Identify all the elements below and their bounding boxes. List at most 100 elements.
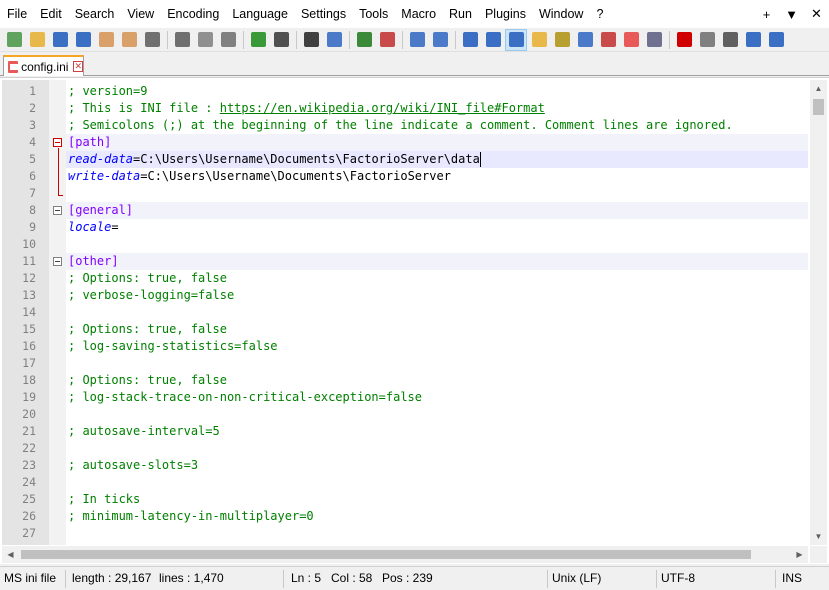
udl-button[interactable]: [528, 29, 550, 51]
undo-button[interactable]: [247, 29, 269, 51]
comment-text: ; autosave-slots=3: [68, 458, 199, 472]
menu-run[interactable]: Run: [442, 0, 478, 28]
line-number: 21: [22, 424, 36, 438]
code-line[interactable]: ; This is INI file : https://en.wikipedi…: [68, 100, 545, 117]
status-eol[interactable]: Unix (LF): [548, 567, 601, 590]
section-highlight: [66, 253, 808, 270]
zoom-in-button[interactable]: [353, 29, 375, 51]
menu-edit[interactable]: Edit: [33, 0, 68, 28]
menu-window[interactable]: Window: [532, 0, 589, 28]
redo-button[interactable]: [270, 29, 292, 51]
menu-tools[interactable]: Tools: [352, 0, 394, 28]
code-line[interactable]: ; Semicolons (;) at the beginning of the…: [68, 117, 733, 134]
close-button[interactable]: [95, 29, 117, 51]
fold-toggle-icon[interactable]: [53, 206, 62, 215]
line-number: 23: [22, 458, 36, 472]
fold-margin[interactable]: [49, 80, 66, 545]
fold-toggle-icon[interactable]: [53, 257, 62, 266]
code-line[interactable]: ; log-stack-trace-on-non-critical-except…: [68, 389, 422, 406]
cut-button[interactable]: [171, 29, 193, 51]
undo-icon: [250, 32, 266, 47]
doc-list-button[interactable]: [574, 29, 596, 51]
menu-search[interactable]: Search: [68, 0, 121, 28]
doc-map-button[interactable]: [551, 29, 573, 51]
line-number-gutter: 1 2 3 4 5 6 7 8 9 10 11 12 13 14 15 16 17 18 19 20 21 22 23 24 2…: [2, 80, 49, 545]
editor[interactable]: 1 2 3 4 5 6 7 8 9 10 11 12 13 14 15 16 17 18 19 20 21 22 23 24 2…: [0, 77, 829, 564]
code-line[interactable]: ; minimum-latency-in-multiplayer=0: [68, 508, 314, 525]
menu-file[interactable]: File: [0, 0, 33, 28]
code-line[interactable]: ; verbose-logging=false: [68, 287, 234, 304]
tab-list-icon[interactable]: ▼: [779, 7, 804, 22]
code-line[interactable]: [other]: [68, 253, 119, 270]
show-all-chars-button[interactable]: [482, 29, 504, 51]
code-line[interactable]: ; Options: true, false: [68, 270, 227, 287]
run-macro-multiple-button[interactable]: [742, 29, 764, 51]
zoom-out-button[interactable]: [376, 29, 398, 51]
open-file-button[interactable]: [26, 29, 48, 51]
scroll-down-icon[interactable]: ▼: [810, 528, 827, 545]
menu-encoding[interactable]: Encoding: [160, 0, 225, 28]
tab-config-ini[interactable]: config.ini ✕: [3, 55, 84, 76]
save-button[interactable]: [49, 29, 71, 51]
menu-help[interactable]: ?: [589, 0, 609, 28]
save-all-button[interactable]: [72, 29, 94, 51]
sync-horizontal-icon: [432, 32, 448, 47]
indent-guide-button[interactable]: [505, 28, 527, 51]
status-insert-mode[interactable]: INS: [778, 567, 802, 590]
record-macro-button[interactable]: [673, 29, 695, 51]
monitoring-icon: [646, 32, 662, 47]
monitoring-button[interactable]: [643, 29, 665, 51]
horizontal-scrollbar[interactable]: ◀ ▶: [2, 546, 808, 563]
stop-record-button[interactable]: [696, 29, 718, 51]
code-line[interactable]: ; version=9: [68, 83, 147, 100]
horizontal-scroll-thumb[interactable]: [21, 550, 751, 559]
fold-toggle-icon[interactable]: [53, 138, 62, 147]
code-line[interactable]: [path]: [68, 134, 111, 151]
code-line[interactable]: ; In ticks: [68, 491, 140, 508]
code-line[interactable]: ; Options: true, false: [68, 372, 227, 389]
close-tab-icon[interactable]: ✕: [73, 61, 83, 72]
status-lines: lines : 1,470: [159, 571, 224, 585]
menu-macro[interactable]: Macro: [394, 0, 442, 28]
line-number: 1: [29, 84, 36, 98]
code-line[interactable]: read-data=C:\Users\Username\Documents\Fa…: [68, 151, 480, 168]
word-wrap-button[interactable]: [459, 29, 481, 51]
code-line[interactable]: ; Options: true, false: [68, 321, 227, 338]
menu-language[interactable]: Language: [225, 0, 294, 28]
scroll-left-icon[interactable]: ◀: [2, 546, 19, 563]
sync-horizontal-button[interactable]: [429, 29, 451, 51]
close-document-icon[interactable]: ✕: [804, 6, 829, 22]
menu-view[interactable]: View: [120, 0, 160, 28]
close-all-button[interactable]: [118, 29, 140, 51]
status-encoding[interactable]: UTF-8: [657, 567, 695, 590]
code-line[interactable]: locale=: [68, 219, 119, 236]
code-line[interactable]: ; autosave-interval=5: [68, 423, 220, 440]
function-list-button[interactable]: [597, 29, 619, 51]
copy-button[interactable]: [194, 29, 216, 51]
vertical-scrollbar[interactable]: ▲ ▼: [810, 80, 827, 545]
folder-workspace-button[interactable]: [620, 29, 642, 51]
url-link[interactable]: https://en.wikipedia.org/wiki/INI_file#F…: [220, 101, 545, 115]
code-line[interactable]: [general]: [68, 202, 133, 219]
paste-button[interactable]: [217, 29, 239, 51]
scroll-right-icon[interactable]: ▶: [791, 546, 808, 563]
print-button[interactable]: [141, 29, 163, 51]
save-macro-button[interactable]: [765, 29, 787, 51]
comment-text: ; In ticks: [68, 492, 141, 506]
line-number: 12: [22, 271, 36, 285]
replace-button[interactable]: [323, 29, 345, 51]
status-length: length : 29,167: [72, 571, 152, 585]
play-macro-button[interactable]: [719, 29, 741, 51]
code-area[interactable]: ; version=9 ; This is INI file : https://…: [66, 80, 808, 545]
menu-settings[interactable]: Settings: [294, 0, 352, 28]
new-file-button[interactable]: [3, 29, 25, 51]
find-button[interactable]: [300, 29, 322, 51]
code-line[interactable]: ; log-saving-statistics=false: [68, 338, 278, 355]
sync-vertical-button[interactable]: [406, 29, 428, 51]
vertical-scroll-thumb[interactable]: [813, 99, 824, 115]
code-line[interactable]: write-data=C:\Users\Username\Documents\F…: [68, 168, 451, 185]
code-line[interactable]: ; autosave-slots=3: [68, 457, 198, 474]
menu-plugins[interactable]: Plugins: [478, 0, 532, 28]
new-tab-icon[interactable]: +: [754, 7, 779, 22]
scroll-up-icon[interactable]: ▲: [810, 80, 827, 97]
